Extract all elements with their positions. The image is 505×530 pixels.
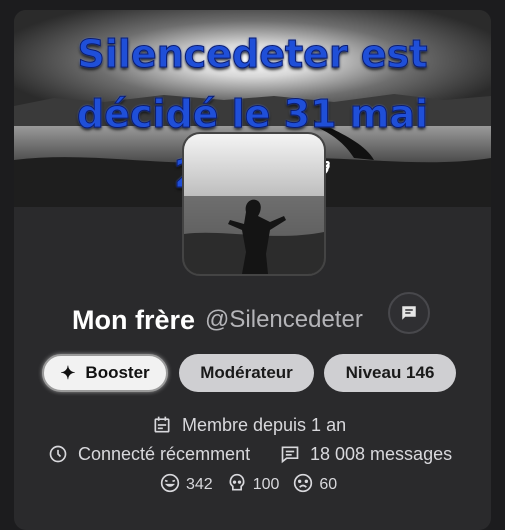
level-label: Niveau 146 — [345, 363, 435, 382]
skull-face-icon — [227, 473, 247, 498]
name-row: Mon frère @Silencedeter — [72, 298, 363, 342]
last-seen-text: Connecté récemment — [78, 443, 251, 464]
moderator-label: Modérateur — [200, 363, 293, 382]
last-seen-row: Connecté récemment — [48, 441, 250, 467]
moderator-badge[interactable]: Modérateur — [179, 354, 314, 392]
reaction-skull: 100 — [227, 473, 280, 498]
sparkle-icon: ✦ — [60, 362, 76, 383]
reaction-laughing: 342 — [160, 473, 213, 498]
booster-badge[interactable]: ✦ Booster — [42, 354, 168, 392]
reaction-count: 60 — [319, 476, 338, 493]
message-count-text: 18 008 messages — [310, 443, 453, 464]
member-since-text: Membre depuis 1 an — [182, 414, 347, 435]
reaction-stats: 342 100 60 — [160, 472, 351, 498]
crying-face-icon — [293, 473, 313, 498]
message-icon — [402, 306, 416, 320]
message-button[interactable] — [388, 292, 430, 334]
avatar[interactable] — [182, 132, 326, 276]
reaction-count: 100 — [252, 476, 280, 493]
username-handle: @Silencedeter — [205, 306, 363, 333]
reaction-crying: 60 — [293, 473, 337, 498]
display-name: Mon frère — [72, 304, 196, 335]
calendar-icon — [152, 415, 172, 435]
level-badge[interactable]: Niveau 146 — [324, 354, 456, 392]
member-since-row: Membre depuis 1 an — [152, 412, 346, 438]
clock-icon — [48, 444, 68, 464]
laughing-face-icon — [160, 473, 180, 498]
banner-caption-line-1: Silencedeter est — [77, 32, 428, 77]
booster-label: Booster — [85, 363, 150, 382]
chat-bubble-icon — [280, 444, 300, 464]
reaction-count: 342 — [186, 476, 213, 493]
avatar-image — [184, 134, 324, 274]
message-count-row: 18 008 messages — [280, 441, 452, 467]
profile-card: Silencedeter est décidé le 31 mai 2026 🕊… — [14, 10, 491, 530]
